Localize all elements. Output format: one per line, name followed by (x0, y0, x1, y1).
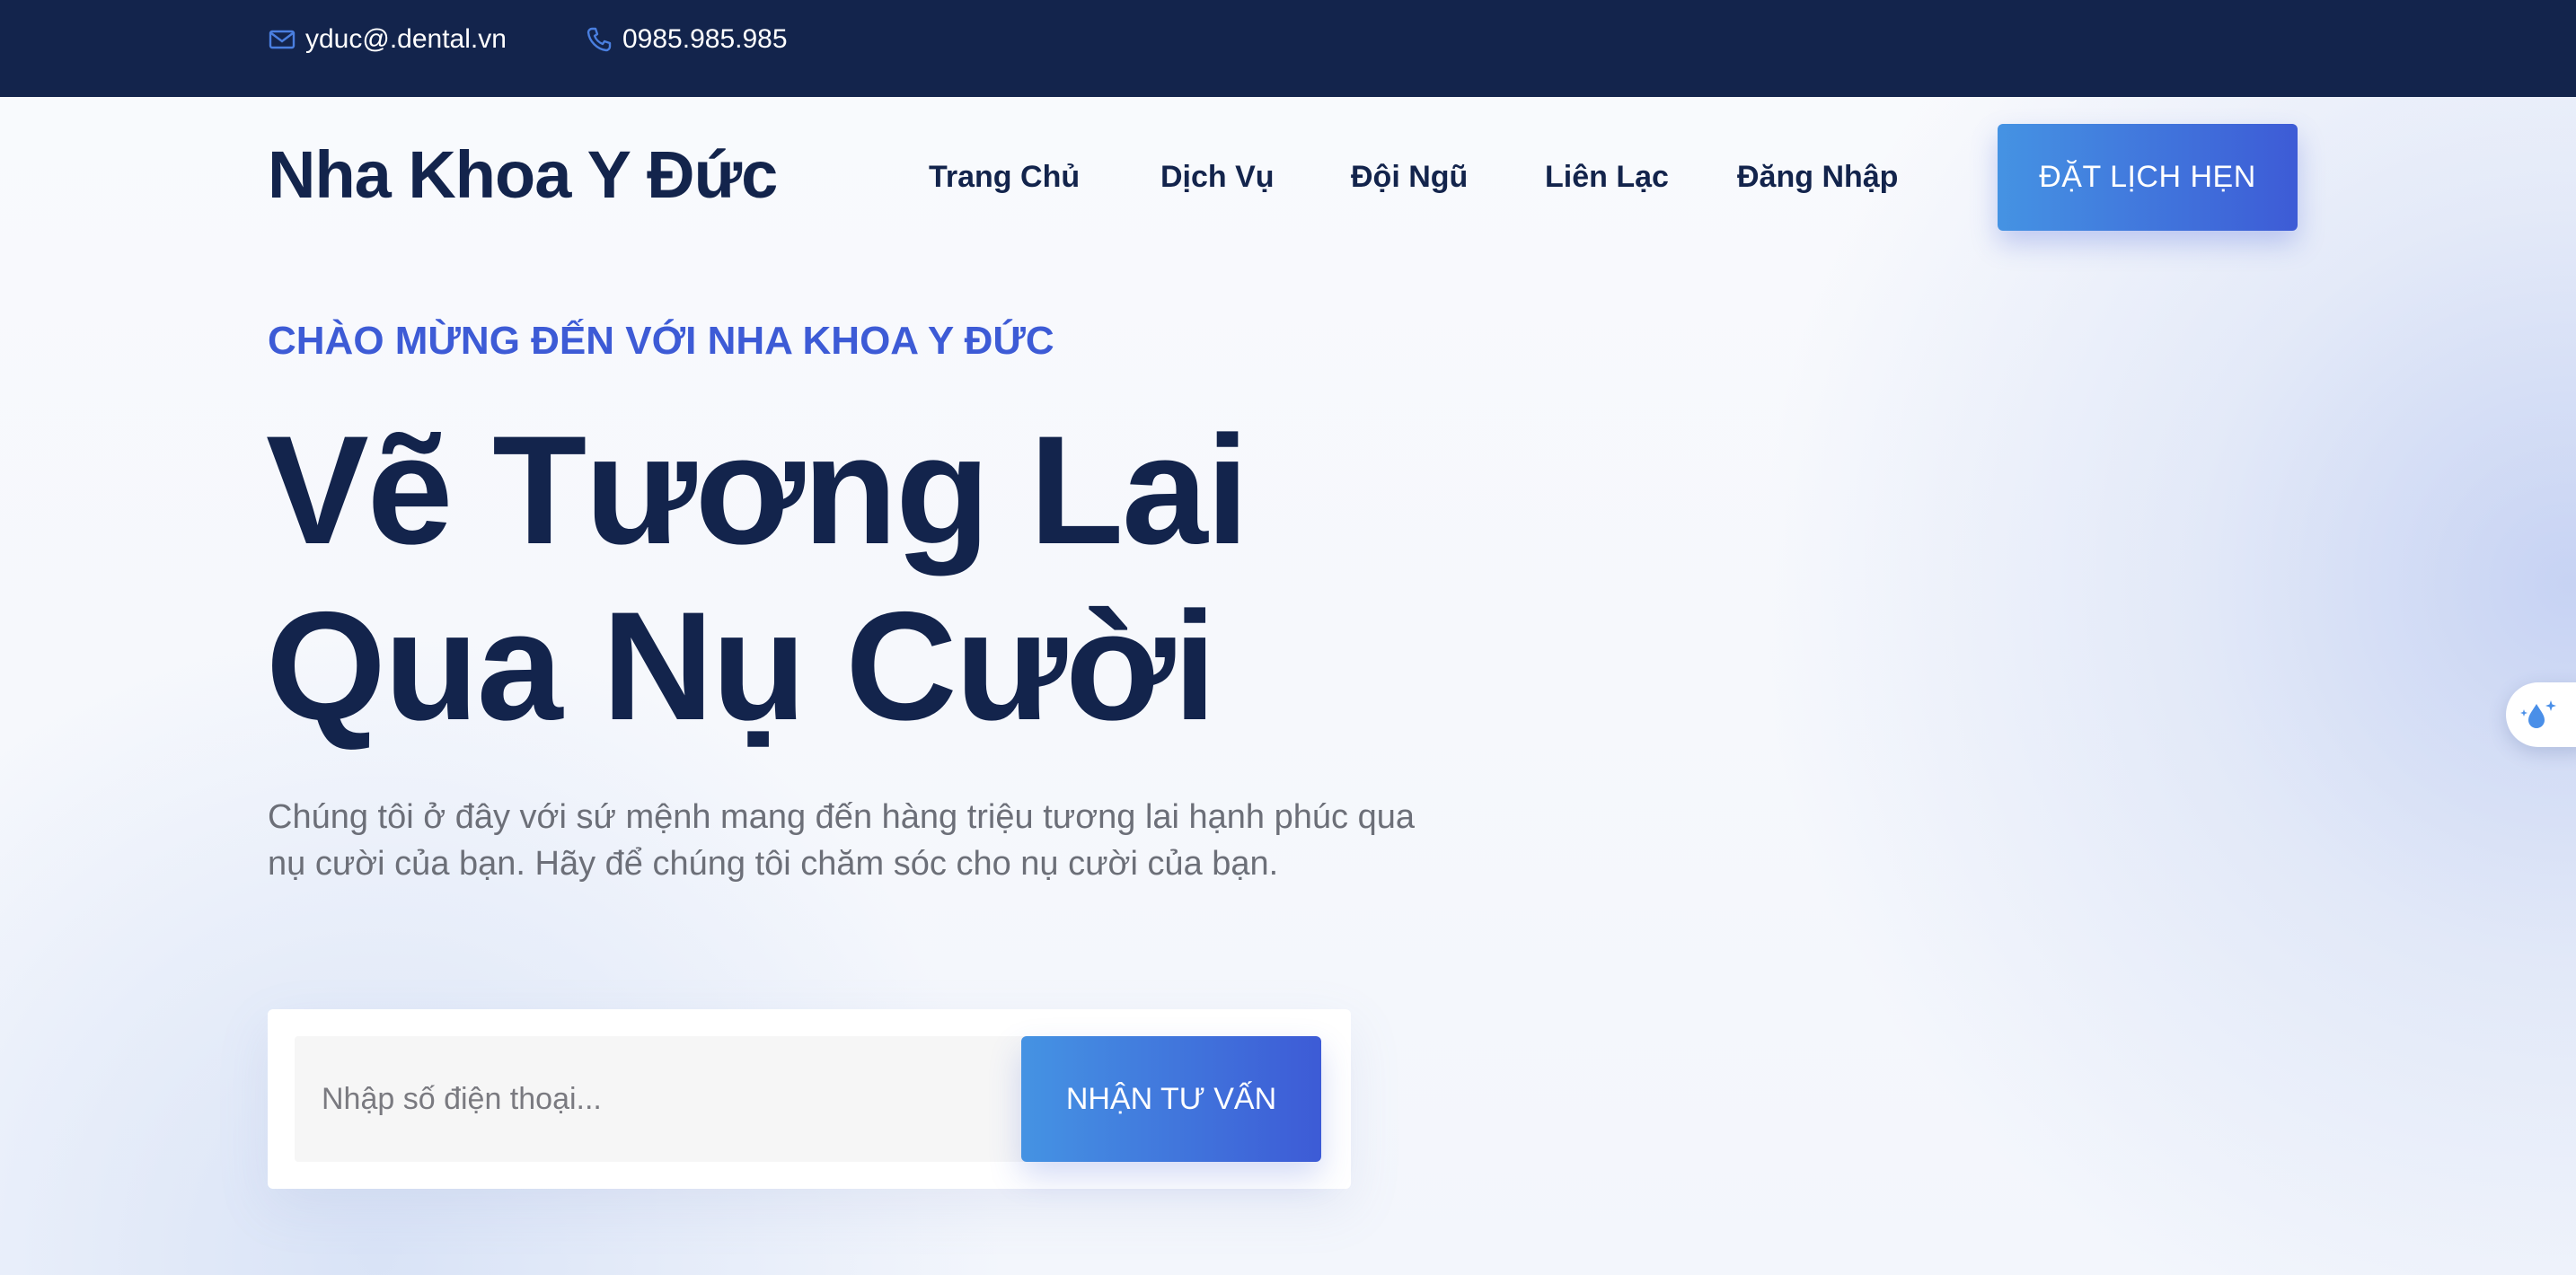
droplet-sparkle-icon (2520, 700, 2556, 728)
hero-headline: Vẽ Tương Lai Qua Nụ Cười (266, 402, 1434, 754)
hero-description: Chúng tôi ở đây với sứ mệnh mang đến hàn… (268, 798, 1415, 883)
top-bar: yduc@.dental.vn 0985.985.985 (0, 0, 2576, 97)
floating-side-widget[interactable] (2506, 682, 2576, 747)
contact-phone[interactable]: 0985.985.985 (585, 22, 788, 57)
nav-item-team[interactable]: Đội Ngũ (1351, 154, 1468, 199)
phone-input[interactable] (295, 1036, 1037, 1162)
hero-headline-line2: Qua Nụ Cười (266, 580, 1216, 752)
nav-item-services[interactable]: Dịch Vụ (1160, 154, 1275, 199)
book-appointment-button[interactable]: ĐẶT LỊCH HẸN (1998, 124, 2298, 231)
nav-item-home[interactable]: Trang Chủ (929, 154, 1080, 199)
consultation-form: NHẬN TƯ VẤN (268, 1009, 1351, 1189)
phone-icon (585, 25, 613, 54)
contact-email[interactable]: yduc@.dental.vn (268, 22, 507, 57)
nav-item-login[interactable]: Đăng Nhập (1737, 154, 1898, 199)
hero-headline-line1: Vẽ Tương Lai (266, 404, 1249, 576)
contact-email-text: yduc@.dental.vn (305, 24, 507, 54)
get-consultation-button[interactable]: NHẬN TƯ VẤN (1021, 1036, 1321, 1162)
nav-item-contact[interactable]: Liên Lạc (1545, 154, 1669, 199)
envelope-icon (268, 25, 296, 54)
hero-eyebrow: CHÀO MỪNG ĐẾN VỚI NHA KHOA Y ĐỨC (268, 319, 1054, 363)
site-logo[interactable]: Nha Khoa Y Đức (268, 135, 778, 215)
contact-phone-text: 0985.985.985 (622, 24, 788, 54)
